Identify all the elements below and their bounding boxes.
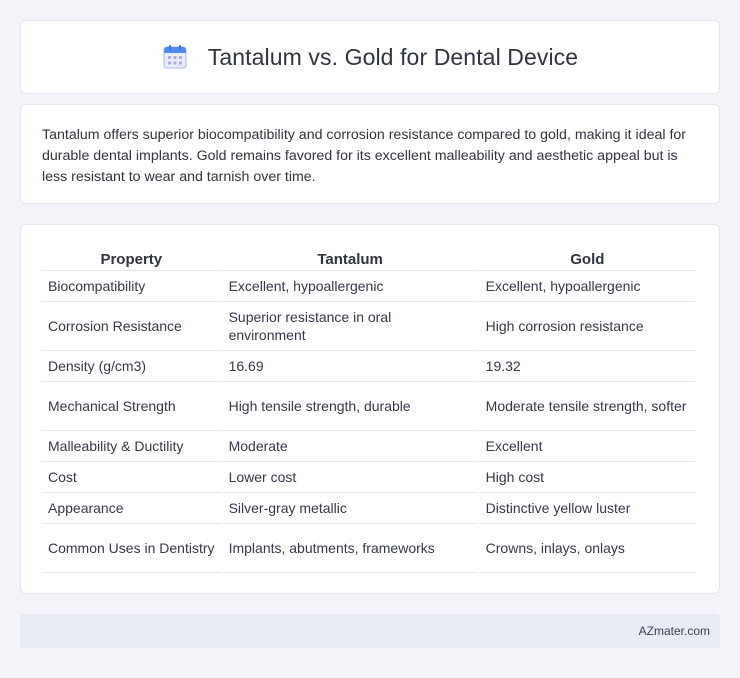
table-row: Common Uses in Dentistry Implants, abutm… [42, 524, 695, 573]
tantalum-cell: Superior resistance in oral environment [222, 302, 478, 351]
table-row: Cost Lower cost High cost [42, 462, 695, 493]
tantalum-cell: Implants, abutments, frameworks [222, 524, 478, 573]
property-cell: Mechanical Strength [42, 382, 221, 431]
property-cell: Appearance [42, 493, 221, 524]
tantalum-cell: Silver-gray metallic [222, 493, 478, 524]
tantalum-cell: High tensile strength, durable [222, 382, 478, 431]
table-row: Mechanical Strength High tensile strengt… [42, 382, 695, 431]
footer-source-link[interactable]: AZmater.com [639, 624, 710, 638]
gold-cell: Distinctive yellow luster [479, 493, 695, 524]
footer: AZmater.com [20, 614, 720, 648]
gold-cell: Excellent [479, 431, 695, 462]
calendar-icon [162, 44, 188, 70]
gold-cell: 19.32 [479, 351, 695, 382]
gold-cell: High cost [479, 462, 695, 493]
gold-cell: Moderate tensile strength, softer [479, 382, 695, 431]
property-cell: Malleability & Ductility [42, 431, 221, 462]
comparison-table: Property Tantalum Gold Biocompatibility … [40, 245, 697, 573]
table-header-row: Property Tantalum Gold [42, 245, 695, 271]
page-title: Tantalum vs. Gold for Dental Device [207, 43, 579, 70]
gold-cell: Excellent, hypoallergenic [479, 271, 695, 302]
table-row: Density (g/cm3) 16.69 19.32 [42, 351, 695, 382]
gold-cell: Crowns, inlays, onlays [479, 524, 695, 573]
title-wrap: Tantalum vs. Gold for Dental Device [162, 44, 578, 71]
tantalum-cell: Excellent, hypoallergenic [222, 271, 478, 302]
table-row: Appearance Silver-gray metallic Distinct… [42, 493, 695, 524]
column-header-tantalum: Tantalum [222, 245, 478, 271]
gold-cell: High corrosion resistance [479, 302, 695, 351]
table-row: Biocompatibility Excellent, hypoallergen… [42, 271, 695, 302]
tantalum-cell: Lower cost [222, 462, 478, 493]
property-cell: Common Uses in Dentistry [42, 524, 221, 573]
property-cell: Corrosion Resistance [42, 302, 221, 351]
table-row: Corrosion Resistance Superior resistance… [42, 302, 695, 351]
table-card: Property Tantalum Gold Biocompatibility … [20, 224, 720, 594]
property-cell: Biocompatibility [42, 271, 221, 302]
property-cell: Cost [42, 462, 221, 493]
tantalum-cell: Moderate [222, 431, 478, 462]
tantalum-cell: 16.69 [222, 351, 478, 382]
title-card: Tantalum vs. Gold for Dental Device [20, 20, 720, 94]
summary-text: Tantalum offers superior biocompatibilit… [42, 127, 687, 185]
column-header-property: Property [42, 245, 221, 271]
summary-card: Tantalum offers superior biocompatibilit… [20, 104, 720, 204]
column-header-gold: Gold [479, 245, 695, 271]
property-cell: Density (g/cm3) [42, 351, 221, 382]
table-row: Malleability & Ductility Moderate Excell… [42, 431, 695, 462]
